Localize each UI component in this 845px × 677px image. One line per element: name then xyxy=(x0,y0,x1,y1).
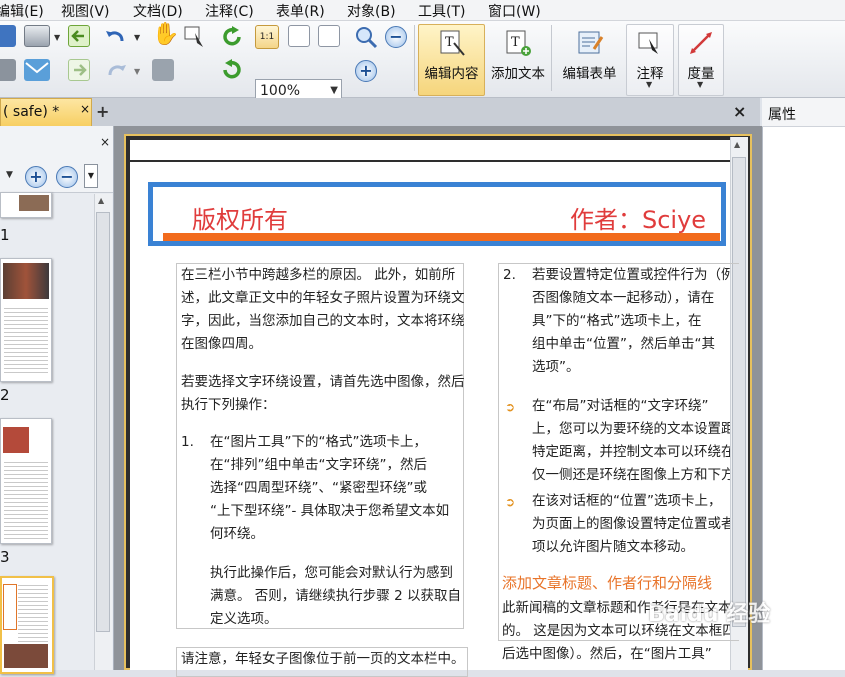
page-thumbnail[interactable] xyxy=(0,192,52,218)
back-icon[interactable] xyxy=(68,25,90,47)
edit-form-label: 编辑表单 xyxy=(562,66,617,82)
svg-text:T: T xyxy=(445,35,454,50)
copyright-heading: 版权所有 xyxy=(192,206,288,234)
zoom-value: 100% xyxy=(260,83,301,99)
hand-tool-icon[interactable]: ✋ xyxy=(152,24,179,46)
page-thumbnail[interactable] xyxy=(0,418,52,544)
document-tab[interactable]: ( safe) * × xyxy=(0,98,92,126)
menu-comment[interactable]: 注释(C) xyxy=(205,1,254,21)
zoom-in-icon[interactable]: + xyxy=(355,60,377,82)
annotate-label: 注释 xyxy=(636,66,664,82)
scrollbar-thumb[interactable] xyxy=(96,212,110,632)
add-text-label: 添加文本 xyxy=(491,66,545,82)
svg-text:T: T xyxy=(511,35,520,50)
add-tab-button[interactable]: + xyxy=(96,102,112,121)
scanner-icon[interactable] xyxy=(24,25,50,47)
menu-view[interactable]: 视图(V) xyxy=(61,1,110,21)
toolbar: ▼ ▼ ✋ 1:1 − ▼ 100% ▼ + T 编辑内容 T 添加文本 编辑表… xyxy=(0,21,845,101)
chevron-down-icon: ▼ xyxy=(646,80,653,89)
options-dropdown-icon[interactable]: ▼ xyxy=(84,164,98,188)
page-number: 2 xyxy=(0,386,10,404)
paragraph: 请注意，年轻女子图像位于前一页的文本栏中。 xyxy=(181,651,465,667)
add-text-icon: T xyxy=(504,29,532,57)
tab-strip xyxy=(0,98,760,126)
scroll-up-icon[interactable]: ▲ xyxy=(734,140,740,149)
close-tab-icon[interactable]: × xyxy=(80,102,90,116)
measure-icon xyxy=(687,29,715,57)
bullet-item: 在该对话框的“位置”选项卡上， 为页面上的图像设置特定位置或者 项以允许图片随文… xyxy=(532,493,730,555)
bullet-icon: ➲ xyxy=(505,495,516,509)
edit-content-button[interactable]: T 编辑内容 xyxy=(418,24,485,96)
properties-panel-title: 属性 xyxy=(768,107,796,123)
thumbnail-scrollbar[interactable]: ▲ xyxy=(94,194,112,670)
undo-icon[interactable] xyxy=(104,25,126,47)
rotate-icon[interactable] xyxy=(220,25,242,47)
edit-content-label: 编辑内容 xyxy=(424,66,479,82)
zoom-tool-icon[interactable] xyxy=(354,25,378,49)
document-tab-label: ( safe) * xyxy=(3,104,60,120)
scroll-up-icon[interactable]: ▲ xyxy=(98,196,104,205)
list-item: 在“图片工具”下的“格式”选项卡上， 在“排列”组中单击“文字环绕”，然后 选择… xyxy=(210,434,450,542)
page-number: 3 xyxy=(0,548,10,566)
close-document-icon[interactable]: × xyxy=(733,102,751,121)
paragraph: 在三栏小节中跨越多栏的原因。 此外，如前所 述，此文章正文中的年轻女子照片设置为… xyxy=(181,267,465,352)
thumbnail-zoom-in-icon[interactable]: + xyxy=(25,166,47,188)
page-thumbnail[interactable] xyxy=(0,258,52,382)
properties-panel xyxy=(762,98,845,670)
dropdown-arrow-icon[interactable]: ▼ xyxy=(134,33,140,42)
redo-icon[interactable] xyxy=(104,59,126,81)
email-icon[interactable] xyxy=(24,59,50,81)
thumbnail-toolbar: ▼ + − ▼ xyxy=(0,160,113,193)
dropdown-arrow-icon[interactable]: ▼ xyxy=(54,33,60,42)
save-icon[interactable] xyxy=(0,25,16,47)
close-panel-icon[interactable]: × xyxy=(100,135,110,149)
menu-object[interactable]: 对象(B) xyxy=(347,1,396,21)
thumbnail-zoom-out-icon[interactable]: − xyxy=(56,166,78,188)
actual-size-icon[interactable]: 1:1 xyxy=(255,25,279,49)
chevron-down-icon: ▼ xyxy=(697,80,704,89)
edit-form-button[interactable]: 编辑表单 xyxy=(556,24,623,96)
annotate-icon xyxy=(636,29,664,57)
zoom-out-icon[interactable]: − xyxy=(385,26,407,48)
select-text-icon[interactable] xyxy=(183,25,205,47)
measure-label: 度量 xyxy=(687,66,715,82)
previous-page-strip xyxy=(130,140,730,160)
step-number: 1. xyxy=(181,434,194,450)
dropdown-arrow-icon[interactable]: ▼ xyxy=(134,67,140,76)
bullet-icon: ➲ xyxy=(505,400,516,414)
step-number: 2. xyxy=(503,267,516,283)
edit-content-icon: T xyxy=(438,29,466,57)
fit-page-icon[interactable] xyxy=(288,25,310,47)
menu-tools[interactable]: 工具(T) xyxy=(418,1,465,21)
menu-edit[interactable]: 编辑(E) xyxy=(0,1,44,21)
thumbnail-panel-header xyxy=(0,126,113,161)
annotate-button[interactable]: 注释 ▼ xyxy=(626,24,674,96)
paragraph: 若要选择文字环绕设置，请首先选中图像，然后 执行下列操作： xyxy=(181,374,465,413)
watermark-logo: Baidu 经验 xyxy=(648,602,771,627)
menu-form[interactable]: 表单(R) xyxy=(276,1,325,21)
add-text-button[interactable]: T 添加文本 xyxy=(486,24,550,96)
rotate-counter-icon[interactable] xyxy=(220,58,242,80)
measure-button[interactable]: 度量 ▼ xyxy=(678,24,724,96)
menu-window[interactable]: 窗口(W) xyxy=(488,1,541,21)
snapshot-icon[interactable] xyxy=(152,59,174,81)
bullet-item: 在“布局”对话框的“文字环绕” 上，您可以为要环绕的文本设置距 特定距离，并控制… xyxy=(532,398,730,483)
list-item: 若要设置特定位置或控件行为（例 否图像随文本一起移动），请在 具”下的“格式”选… xyxy=(532,267,730,375)
paragraph: 执行此操作后，您可能会对默认行为感到 满意。 否则，请继续执行步骤 2 以获取自… xyxy=(210,565,461,627)
edit-form-icon xyxy=(576,29,604,57)
print-icon[interactable] xyxy=(0,59,16,81)
page-thumbnail-selected[interactable] xyxy=(0,576,54,674)
orange-divider xyxy=(163,233,720,241)
fit-width-icon[interactable] xyxy=(318,25,340,47)
section-heading: 添加文章标题、作者行和分隔线 xyxy=(502,574,713,592)
author-heading: 作者：Sciye xyxy=(570,206,707,234)
page-number: 1 xyxy=(0,226,10,244)
menu-document[interactable]: 文档(D) xyxy=(133,1,183,21)
menu-bar: 编辑(E) 视图(V) 文档(D) 注释(C) 表单(R) 对象(B) 工具(T… xyxy=(0,0,845,21)
chevron-down-icon[interactable]: ▼ xyxy=(6,170,13,180)
forward-icon[interactable] xyxy=(68,59,90,81)
